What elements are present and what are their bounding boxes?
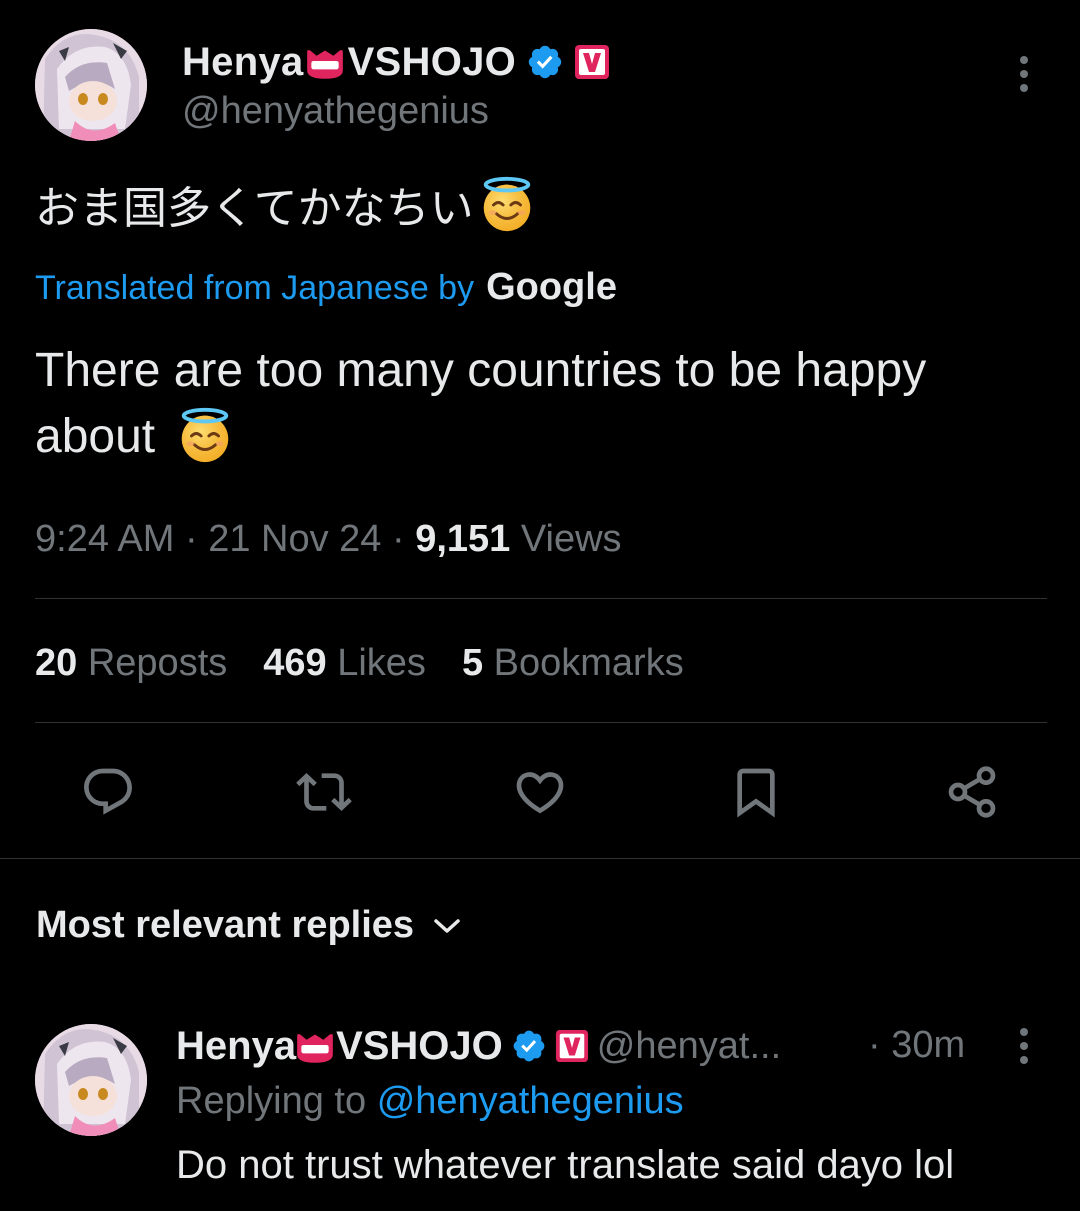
author-display-name-part1: Henya: [182, 39, 304, 84]
smiling-face-with-halo-icon: [176, 406, 234, 464]
reposts-count: 20: [35, 642, 78, 684]
smiling-face-with-halo-icon: [478, 175, 536, 233]
bookmarks-label: Bookmarks: [493, 642, 684, 684]
bookmarks-count: 5: [461, 642, 484, 684]
author-name-row[interactable]: Henya VSHOJO: [182, 38, 610, 86]
tweet-time[interactable]: 9:24 AM: [35, 518, 174, 560]
reply-button[interactable]: [76, 760, 140, 824]
repost-icon: [296, 773, 352, 811]
reply-display-name-part1[interactable]: Henya: [176, 1024, 296, 1069]
chevron-down-icon: [434, 918, 460, 933]
google-logo: Google: [486, 266, 617, 308]
meta-separator: ·: [184, 518, 198, 560]
divider: [0, 858, 1080, 859]
reply-icon: [84, 768, 132, 815]
more-vertical-icon[interactable]: [1010, 54, 1038, 94]
replying-to-label: Replying to: [176, 1080, 367, 1122]
author-handle[interactable]: @henyathegenius: [182, 90, 489, 133]
repost-button[interactable]: [292, 760, 356, 824]
reposts-label: Reposts: [87, 642, 228, 684]
mouth-emoji-icon: [294, 1025, 336, 1067]
verified-badge-icon[interactable]: [526, 43, 564, 81]
reply-header: Henya VSHOJO @henyat...: [176, 1022, 781, 1070]
heart-icon: [516, 772, 564, 814]
bookmark-icon: [737, 768, 775, 818]
divider: [35, 722, 1047, 723]
vshojo-affiliate-icon[interactable]: [574, 44, 610, 80]
tweet-original-text-content: おま国多くてかなちい: [35, 183, 474, 234]
replies-sort-dropdown[interactable]: Most relevant replies: [36, 904, 462, 947]
replies-sort-label: Most relevant replies: [36, 904, 415, 946]
likes-stat[interactable]: 469 Likes: [263, 642, 426, 685]
more-vertical-icon[interactable]: [1010, 1026, 1038, 1066]
mouth-emoji-icon: [304, 41, 346, 83]
reply-author-avatar[interactable]: [35, 1024, 147, 1136]
share-icon: [948, 766, 996, 818]
likes-count: 469: [263, 642, 327, 684]
views-count: 9,151: [415, 518, 511, 560]
tweet-translated-text: There are too many countries to be happy…: [35, 338, 1045, 470]
translated-from-label: Translated from Japanese by: [35, 269, 475, 307]
reply-display-name-part2[interactable]: VSHOJO: [336, 1024, 503, 1069]
reply-handle[interactable]: @henyat...: [597, 1025, 781, 1068]
author-avatar[interactable]: [35, 29, 147, 141]
author-display-name-part2: VSHOJO: [347, 39, 517, 84]
reply-time[interactable]: 30m: [891, 1024, 965, 1066]
translation-attribution[interactable]: Translated from Japanese by Google: [35, 266, 617, 309]
likes-label: Likes: [337, 642, 426, 684]
reposts-stat[interactable]: 20 Reposts: [35, 642, 227, 685]
meta-separator: ·: [868, 1024, 881, 1066]
replying-to-mention[interactable]: @henyathegenius: [377, 1080, 684, 1122]
tweet-translated-text-content: There are too many countries to be happy…: [35, 344, 927, 463]
bookmark-button[interactable]: [724, 760, 788, 824]
replying-to: Replying to @henyathegenius: [176, 1080, 684, 1123]
share-button[interactable]: [940, 760, 1004, 824]
bookmarks-stat[interactable]: 5 Bookmarks: [462, 642, 684, 685]
verified-badge-icon[interactable]: [511, 1028, 547, 1064]
meta-separator: ·: [392, 518, 405, 560]
engagement-stats: 20 Reposts 469 Likes 5 Bookmarks: [35, 642, 684, 685]
views-label: Views: [520, 518, 622, 560]
tweet-meta: 9:24 AM · 21 Nov 24 · 9,151 Views: [35, 518, 622, 561]
tweet-original-text: おま国多くてかなちい: [35, 172, 536, 236]
like-button[interactable]: [508, 760, 572, 824]
divider: [35, 598, 1047, 599]
reply-text: Do not trust whatever translate said day…: [176, 1143, 955, 1187]
reply-time-wrap: · 30m: [868, 1024, 965, 1067]
tweet-date[interactable]: 21 Nov 24: [208, 518, 381, 560]
vshojo-affiliate-icon[interactable]: [555, 1029, 589, 1063]
